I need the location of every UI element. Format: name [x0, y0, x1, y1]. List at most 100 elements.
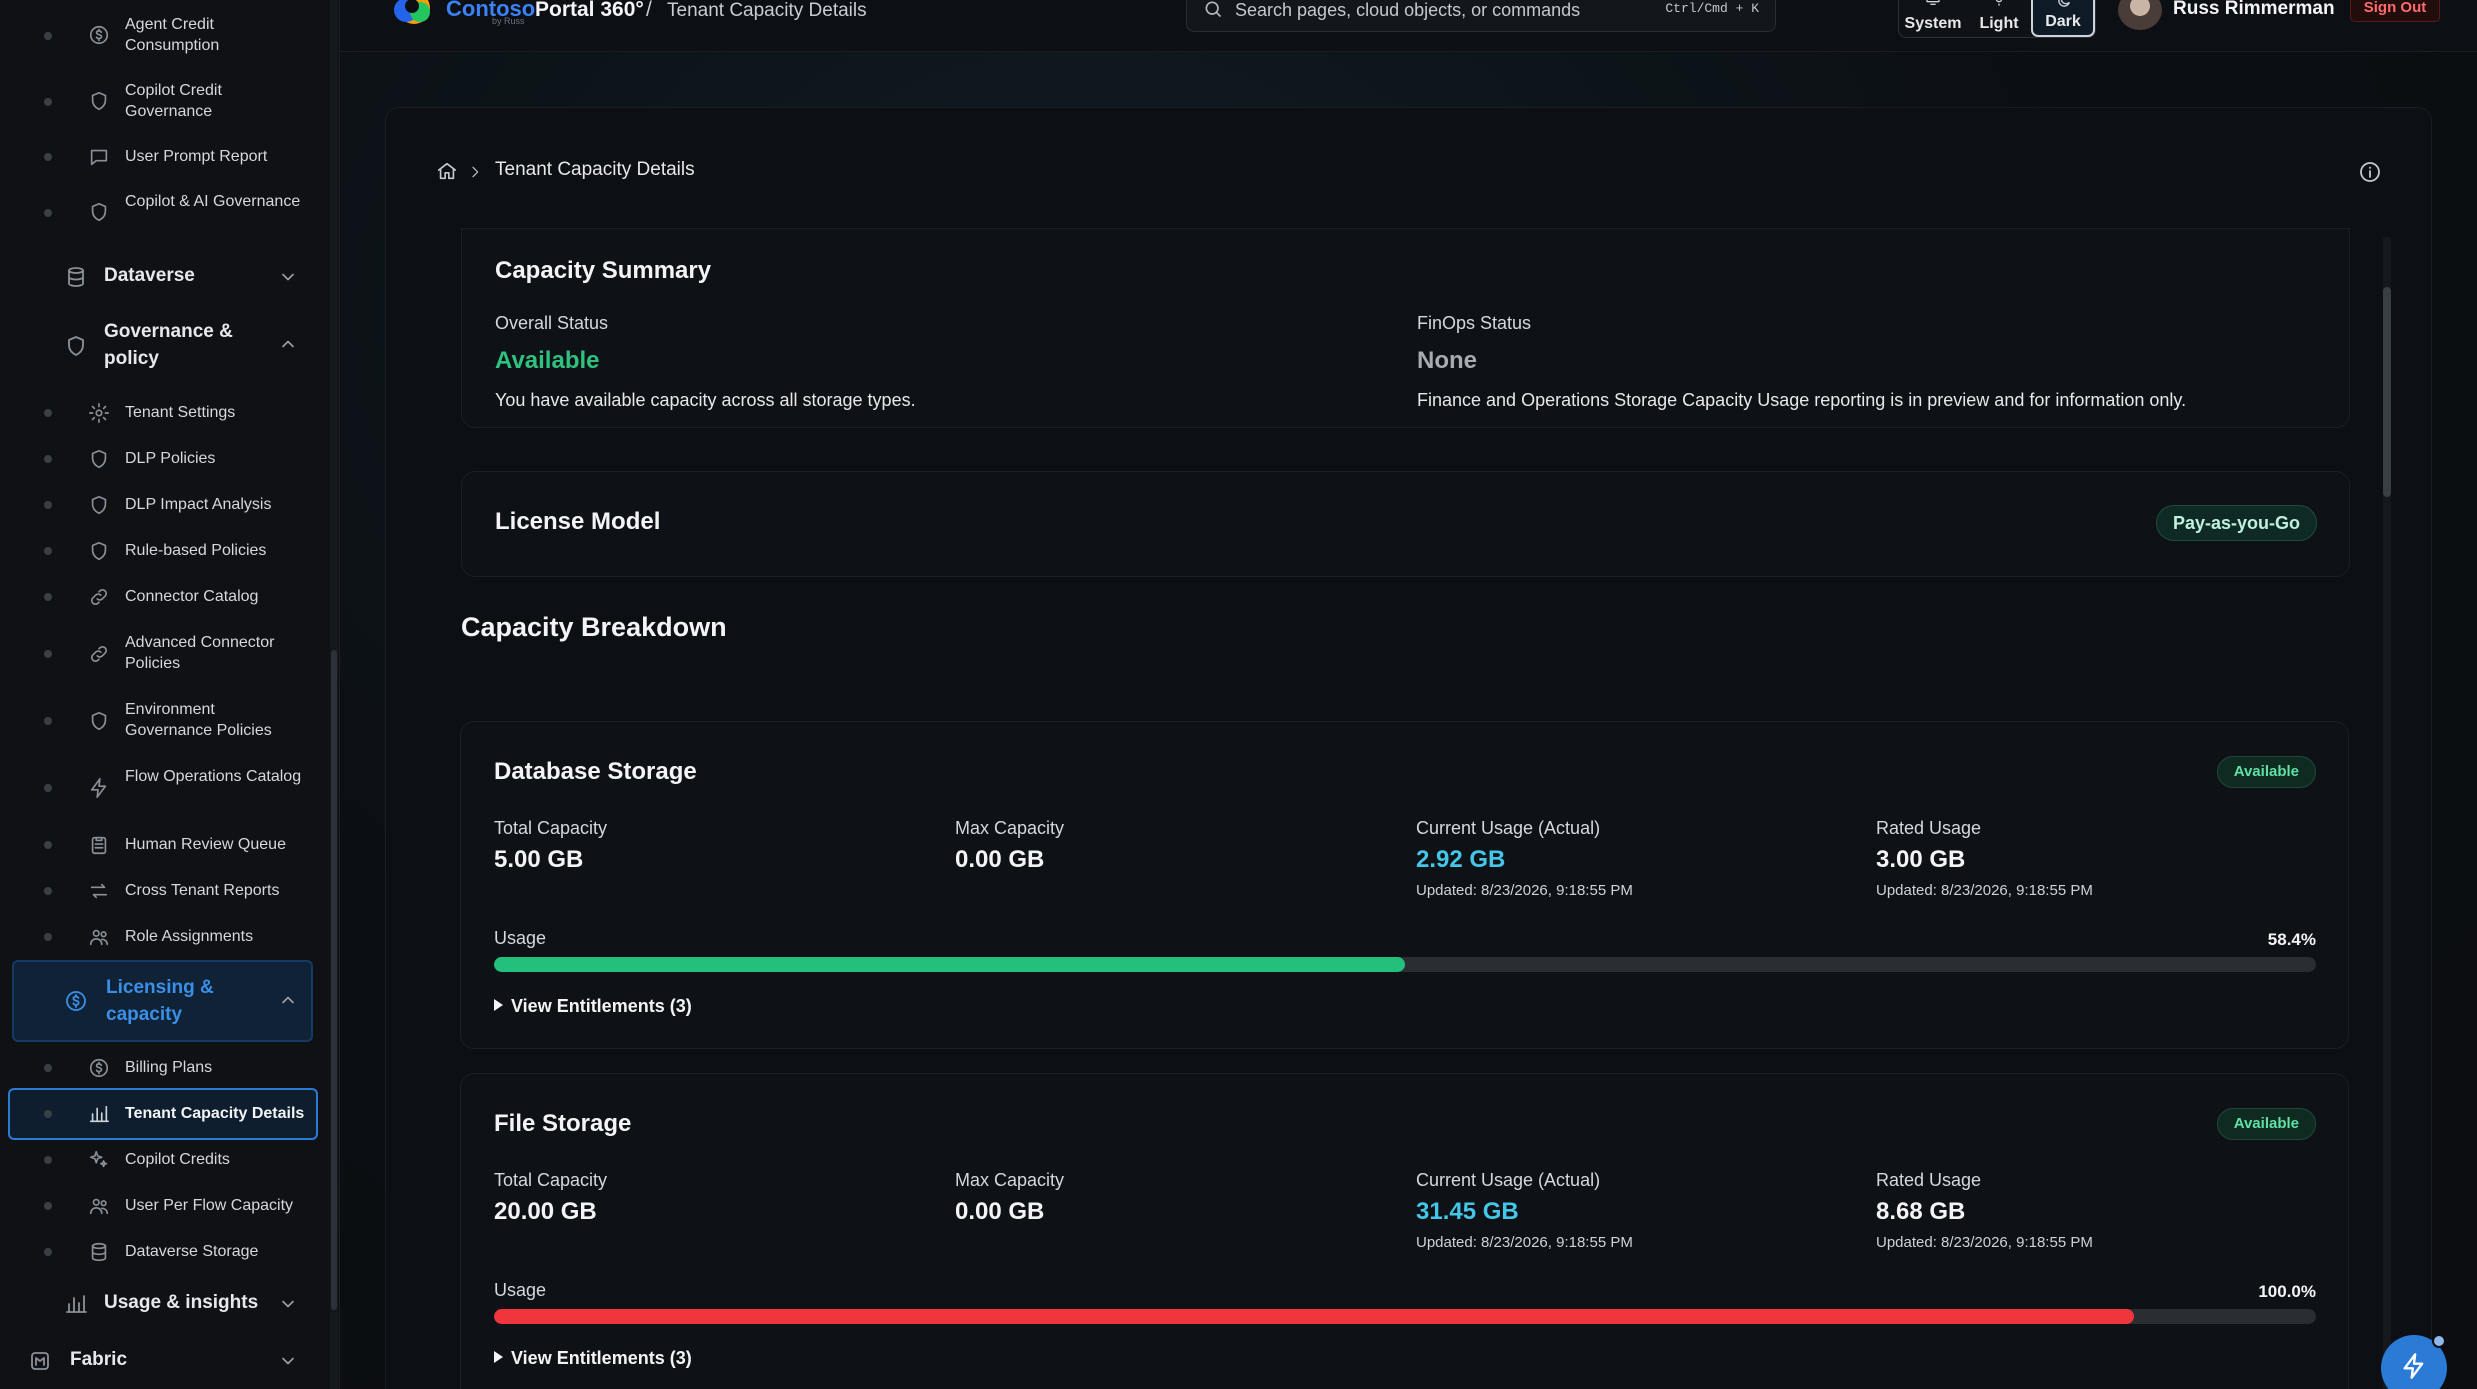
sidebar-item-label: Dataverse Storage	[125, 1243, 259, 1260]
sidebar-item-label: Advanced Connector Policies	[125, 634, 275, 672]
sidebar-item-connector-catalog[interactable]: Connector Catalog	[0, 586, 320, 608]
theme-dark-label: Dark	[2045, 13, 2081, 30]
sidebar-item-tenant-capacity-details[interactable]: Tenant Capacity Details	[0, 1103, 320, 1125]
user-name[interactable]: Russ Rimmerman	[2173, 0, 2335, 20]
bar-chart-icon	[64, 1292, 88, 1316]
sidebar-item-dlp-policies[interactable]: DLP Policies	[0, 448, 320, 470]
title-separator: /	[646, 0, 652, 21]
search-icon	[1203, 0, 1223, 19]
sidebar-item-label: Role Assignments	[125, 928, 254, 945]
caret-right-icon	[494, 999, 503, 1011]
sidebar-item-role-assignments[interactable]: Role Assignments	[0, 926, 320, 948]
sign-out-button[interactable]: Sign Out	[2350, 0, 2440, 22]
breadcrumb-current: Tenant Capacity Details	[495, 159, 695, 180]
bullet-dot	[44, 933, 52, 941]
page-title: Tenant Capacity Details	[667, 0, 867, 21]
chevron-down-icon	[278, 1294, 298, 1314]
sidebar-item-flow-operations-catalog[interactable]: Flow Operations Catalog	[0, 766, 320, 810]
bullet-dot	[44, 717, 52, 725]
theme-system-label: System	[1904, 15, 1962, 32]
license-model-title: License Model	[495, 508, 661, 535]
bar-chart-icon	[88, 1103, 110, 1125]
sidebar-group-licensing[interactable]: Licensing & capacity	[0, 974, 320, 1030]
brand-sub: by Russ	[492, 16, 525, 26]
sidebar-group-label: Dataverse	[104, 265, 195, 286]
license-model-badge: Pay-as-you-Go	[2155, 505, 2317, 541]
sidebar-group-fabric[interactable]: Fabric	[0, 1346, 320, 1376]
sidebar-item-label: DLP Policies	[125, 450, 216, 467]
view-entitlements-toggle[interactable]: View Entitlements (3)	[494, 1348, 692, 1369]
sidebar-group-label: Governance & policy	[104, 321, 233, 369]
sidebar-item-label: Copilot & AI Governance	[125, 193, 301, 210]
bullet-dot	[44, 1110, 52, 1118]
app-title[interactable]: Portal 360°	[535, 0, 644, 22]
sidebar-item-label: Cross Tenant Reports	[125, 882, 280, 899]
bullet-dot	[44, 1202, 52, 1210]
sidebar-item-environment-governance-policies[interactable]: Environment Governance Policies	[0, 699, 320, 743]
sidebar-item-rule-based-policies[interactable]: Rule-based Policies	[0, 540, 320, 562]
database-icon	[64, 265, 88, 289]
sidebar-group-label: Fabric	[70, 1349, 128, 1370]
sidebar-item-tenant-settings[interactable]: Tenant Settings	[0, 402, 320, 424]
bullet-dot	[44, 547, 52, 555]
theme-dark-button[interactable]: Dark	[2031, 0, 2095, 37]
sidebar-item-label: DLP Impact Analysis	[125, 496, 272, 513]
home-icon[interactable]	[436, 160, 458, 182]
app-root: Agent Credit Consumption Copilot Credit …	[0, 0, 2477, 1389]
bullet-dot	[44, 841, 52, 849]
sidebar-item-advanced-connector-policies[interactable]: Advanced Connector Policies	[0, 632, 320, 676]
link-icon	[88, 586, 110, 608]
sidebar-item-copilot-credits[interactable]: Copilot Credits	[0, 1149, 320, 1171]
contoso-logo-icon[interactable]	[384, 0, 444, 26]
sidebar-item-dlp-impact-analysis[interactable]: DLP Impact Analysis	[0, 494, 320, 516]
bolt-icon	[2403, 1353, 2424, 1379]
sidebar-group-usage[interactable]: Usage & insights	[0, 1289, 320, 1319]
chevron-up-icon	[278, 990, 298, 1010]
sidebar-item-human-review-queue[interactable]: Human Review Queue	[0, 834, 320, 856]
people-icon	[88, 1195, 110, 1217]
bullet-dot	[44, 784, 52, 792]
search-input[interactable]	[1235, 0, 1675, 25]
dollar-circle-icon	[88, 24, 110, 46]
info-icon[interactable]	[2358, 160, 2382, 184]
shield-icon	[88, 201, 110, 223]
sidebar-scrollbar-thumb[interactable]	[331, 650, 337, 1310]
fabric-icon	[28, 1349, 52, 1373]
bullet-dot	[44, 455, 52, 463]
bullet-dot	[44, 501, 52, 509]
theme-system-button[interactable]: System	[1901, 0, 1965, 37]
sidebar: Agent Credit Consumption Copilot Credit …	[0, 0, 340, 1389]
global-search[interactable]: Ctrl/Cmd + K	[1186, 0, 1776, 32]
chevron-down-icon	[278, 1351, 298, 1371]
sidebar-item-label: Connector Catalog	[125, 588, 259, 605]
shield-icon	[88, 494, 110, 516]
sidebar-item-agent-credit-consumption[interactable]: Agent Credit Consumption	[0, 14, 320, 58]
sidebar-group-governance[interactable]: Governance & policy	[0, 318, 320, 374]
sidebar-item-dataverse-storage[interactable]: Dataverse Storage	[0, 1241, 320, 1263]
bullet-dot	[44, 650, 52, 658]
sidebar-item-user-per-flow-capacity[interactable]: User Per Flow Capacity	[0, 1195, 320, 1217]
chat-icon	[88, 146, 110, 168]
shield-icon	[88, 540, 110, 562]
view-entitlements-label: View Entitlements (3)	[511, 996, 692, 1016]
sidebar-item-cross-tenant-reports[interactable]: Cross Tenant Reports	[0, 880, 320, 902]
theme-light-button[interactable]: Light	[1967, 0, 2031, 37]
sidebar-item-label: Agent Credit Consumption	[125, 16, 220, 54]
sidebar-item-label: Environment Governance Policies	[125, 701, 272, 739]
sidebar-item-label: Tenant Capacity Details	[125, 1105, 305, 1122]
chevron-down-icon	[278, 267, 298, 287]
swap-icon	[88, 880, 110, 902]
sidebar-item-billing-plans[interactable]: Billing Plans	[0, 1057, 320, 1079]
view-entitlements-label: View Entitlements (3)	[511, 1348, 692, 1368]
view-entitlements-toggle[interactable]: View Entitlements (3)	[494, 996, 692, 1017]
user-avatar[interactable]	[2118, 0, 2162, 30]
finops-status-value: None	[1417, 347, 1477, 374]
sidebar-group-dataverse[interactable]: Dataverse	[0, 262, 320, 292]
sidebar-item-user-prompt-report[interactable]: User Prompt Report	[0, 144, 320, 170]
content-scrollbar-thumb[interactable]	[2383, 287, 2391, 497]
sidebar-item-label: Tenant Settings	[125, 404, 236, 421]
sidebar-item-copilot-ai-governance[interactable]: Copilot & AI Governance	[0, 191, 320, 235]
sidebar-item-copilot-credit-governance[interactable]: Copilot Credit Governance	[0, 80, 320, 124]
chevron-up-icon	[278, 334, 298, 354]
bullet-dot	[44, 1156, 52, 1164]
